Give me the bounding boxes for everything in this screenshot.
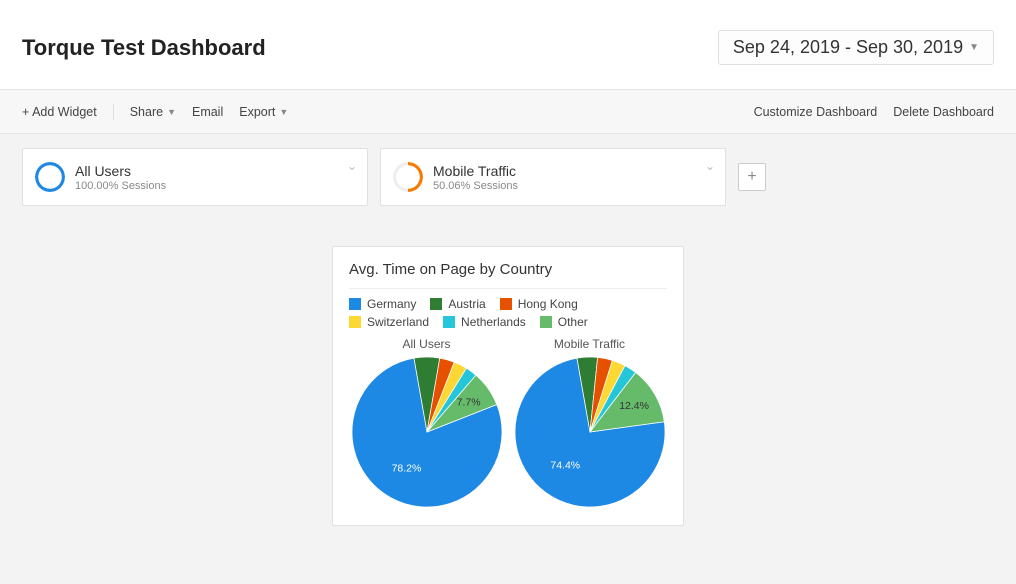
pie-column: Mobile Traffic 74.4% 12.4%	[515, 337, 665, 507]
chevron-down-icon: ⌄	[705, 159, 715, 173]
legend-item: Netherlands	[443, 315, 526, 329]
segment-card[interactable]: Mobile Traffic 50.06% Sessions ⌄	[380, 148, 726, 206]
toolbar-right: Customize Dashboard Delete Dashboard	[754, 105, 994, 119]
widget-avg-time-country: Avg. Time on Page by Country Germany Aust…	[332, 246, 684, 526]
legend-item: Germany	[349, 297, 416, 311]
segment-ring-icon	[35, 162, 65, 192]
segment-name: All Users	[75, 163, 166, 179]
segment-name: Mobile Traffic	[433, 163, 518, 179]
chevron-down-icon: ▼	[279, 107, 288, 117]
chevron-down-icon: ▼	[969, 42, 979, 53]
svg-text:7.7%: 7.7%	[456, 396, 480, 408]
delete-dashboard-button[interactable]: Delete Dashboard	[893, 105, 994, 119]
pie-chart: 78.2% 7.7%	[352, 357, 502, 507]
legend-swatch	[500, 298, 512, 310]
export-label: Export	[239, 105, 275, 119]
email-label: Email	[192, 105, 223, 119]
svg-text:78.2%: 78.2%	[391, 462, 421, 474]
add-widget-label: + Add Widget	[22, 105, 97, 119]
date-range-picker[interactable]: Sep 24, 2019 - Sep 30, 2019 ▼	[718, 30, 994, 65]
legend-label: Germany	[367, 297, 416, 311]
segment-info: Mobile Traffic 50.06% Sessions	[433, 163, 518, 192]
date-range-text: Sep 24, 2019 - Sep 30, 2019	[733, 37, 963, 58]
legend-swatch	[443, 316, 455, 328]
legend-label: Hong Kong	[518, 297, 578, 311]
legend-swatch	[349, 298, 361, 310]
export-button[interactable]: Export ▼	[239, 105, 288, 119]
segment-sub: 100.00% Sessions	[75, 180, 166, 192]
add-segment-button[interactable]: +	[738, 163, 766, 191]
add-widget-button[interactable]: + Add Widget	[22, 105, 97, 119]
segment-sub: 50.06% Sessions	[433, 180, 518, 192]
segment-card[interactable]: All Users 100.00% Sessions ⌄	[22, 148, 368, 206]
chart-legend: Germany Austria Hong Kong Switzerland Nether…	[349, 297, 667, 329]
pie-chart: 74.4% 12.4%	[515, 357, 665, 507]
legend-label: Netherlands	[461, 315, 526, 329]
customize-dashboard-button[interactable]: Customize Dashboard	[754, 105, 878, 119]
content-area: All Users 100.00% Sessions⌄Mobile Traffi…	[0, 134, 1016, 584]
svg-text:74.4%: 74.4%	[550, 460, 580, 472]
pie-title: All Users	[402, 337, 450, 351]
legend-item: Hong Kong	[500, 297, 578, 311]
customize-label: Customize Dashboard	[754, 105, 878, 119]
svg-text:12.4%: 12.4%	[619, 400, 649, 412]
legend-swatch	[540, 316, 552, 328]
share-label: Share	[130, 105, 163, 119]
pie-row: All Users 78.2% 7.7% Mobile Traffic 74.4% 12.…	[349, 337, 667, 507]
share-button[interactable]: Share ▼	[130, 105, 176, 119]
chevron-down-icon: ⌄	[347, 159, 357, 173]
chevron-down-icon: ▼	[167, 107, 176, 117]
legend-item: Other	[540, 315, 588, 329]
toolbar: + Add Widget Share ▼ Email Export ▼ Cust…	[0, 90, 1016, 134]
header: Torque Test Dashboard Sep 24, 2019 - Sep…	[0, 0, 1016, 90]
widget-title: Avg. Time on Page by Country	[349, 261, 667, 278]
divider	[349, 288, 667, 289]
page-title: Torque Test Dashboard	[22, 35, 266, 61]
segments-row: All Users 100.00% Sessions⌄Mobile Traffi…	[22, 148, 994, 206]
segment-info: All Users 100.00% Sessions	[75, 163, 166, 192]
divider	[113, 104, 114, 120]
delete-label: Delete Dashboard	[893, 105, 994, 119]
legend-swatch	[349, 316, 361, 328]
legend-label: Switzerland	[367, 315, 429, 329]
legend-swatch	[430, 298, 442, 310]
legend-item: Austria	[430, 297, 485, 311]
segment-ring-icon	[393, 162, 423, 192]
pie-title: Mobile Traffic	[554, 337, 625, 351]
legend-item: Switzerland	[349, 315, 429, 329]
toolbar-left: + Add Widget Share ▼ Email Export ▼	[22, 104, 288, 120]
email-button[interactable]: Email	[192, 105, 223, 119]
legend-label: Austria	[448, 297, 485, 311]
pie-column: All Users 78.2% 7.7%	[352, 337, 502, 507]
legend-label: Other	[558, 315, 588, 329]
